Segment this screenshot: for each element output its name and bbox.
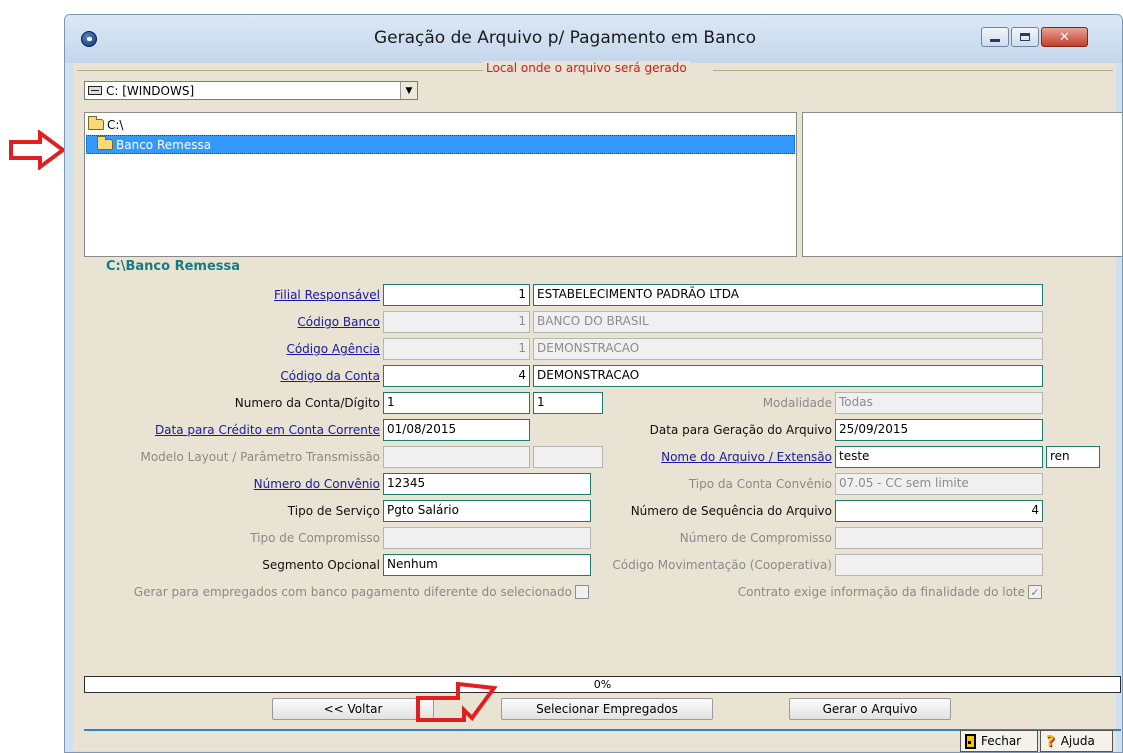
conta-label[interactable]: Código da Conta: [280, 369, 380, 383]
banco-name-field: BANCO DO BRASIL: [533, 311, 1043, 333]
annotation-arrow-left: [9, 130, 66, 170]
chk-contrato-label: Contrato exige informação da finalidade …: [737, 585, 1025, 599]
chk-empregados-checkbox[interactable]: [575, 585, 589, 599]
close-button[interactable]: ✕: [1041, 27, 1088, 47]
tipo-servico-label: Tipo de Serviço: [287, 504, 380, 518]
selecionar-empregados-button[interactable]: Selecionar Empregados: [501, 698, 713, 720]
gerar-arquivo-button[interactable]: Gerar o Arquivo: [789, 698, 951, 720]
num-compromisso-label: Número de Compromisso: [679, 531, 832, 545]
ajuda-label: Ajuda: [1060, 734, 1095, 748]
filial-code-field[interactable]: 1: [383, 284, 530, 306]
dropdown-arrow-icon[interactable]: ▼: [400, 82, 417, 99]
modalidade-field: Todas: [835, 392, 1043, 414]
dir-item-banco-remessa[interactable]: Banco Remessa: [86, 135, 795, 154]
agencia-label[interactable]: Código Agência: [286, 342, 380, 356]
tipo-conta-convenio-label: Tipo da Conta Convênio: [688, 477, 832, 491]
open-folder-icon: [97, 136, 113, 150]
cod-mov-label: Código Movimentação (Cooperativa): [612, 558, 832, 572]
nome-arquivo-field[interactable]: teste: [835, 446, 1043, 468]
tipo-servico-field[interactable]: Pgto Salário: [383, 500, 591, 522]
dir-item-root[interactable]: C:\: [86, 115, 286, 134]
num-sequencia-field[interactable]: 4: [835, 500, 1043, 522]
chk-empregados-label: Gerar para empregados com banco pagament…: [133, 585, 572, 599]
agencia-name-field: DEMONSTRACAO: [533, 338, 1043, 360]
annotation-arrow-bottom: [416, 681, 498, 722]
data-credito-label[interactable]: Data para Crédito em Conta Corrente: [155, 423, 380, 437]
main-window: Geração de Arquivo p/ Pagamento em Banco…: [64, 14, 1123, 753]
payment-form: Filial Responsável 1 ESTABELECIMENTO PAD…: [84, 278, 1113, 683]
help-icon: ?: [1046, 732, 1055, 750]
num-digito-field[interactable]: 1: [533, 392, 603, 414]
chk-contrato-checkbox[interactable]: ✓: [1028, 585, 1042, 599]
voltar-button[interactable]: << Voltar: [272, 698, 434, 720]
drive-icon: [88, 86, 102, 95]
group-divider-left: [77, 70, 487, 71]
window-title: Geração de Arquivo p/ Pagamento em Banco: [373, 28, 757, 48]
drive-value: C: [WINDOWS]: [106, 83, 195, 98]
progress-label: 0%: [593, 678, 612, 691]
drive-select[interactable]: C: [WINDOWS] ▼: [84, 81, 418, 100]
file-list[interactable]: [802, 112, 1122, 257]
agencia-code-field: 1: [383, 338, 530, 360]
data-geracao-label: Data para Geração do Arquivo: [649, 423, 832, 437]
fechar-label: Fechar: [981, 734, 1022, 748]
client-area: Local onde o arquivo será gerado C: [WIN…: [73, 61, 1122, 752]
close-icon: ✕: [1059, 29, 1070, 45]
progress-bar: 0%: [84, 676, 1121, 693]
data-geracao-field[interactable]: 25/09/2015: [835, 419, 1043, 441]
minimize-icon: [990, 38, 1000, 42]
convenio-field[interactable]: 12345: [383, 473, 591, 495]
modalidade-label: Modalidade: [762, 396, 832, 410]
extensao-field[interactable]: ren: [1046, 446, 1100, 468]
open-folder-icon: [88, 116, 104, 130]
group-divider-right: [713, 70, 1113, 71]
num-compromisso-field: [835, 527, 1043, 549]
dir-item-label: C:\: [107, 117, 124, 132]
directory-list[interactable]: C:\ Banco Remessa: [84, 112, 797, 257]
parametro-transmissao-field: [533, 446, 603, 468]
segmento-label: Segmento Opcional: [262, 558, 380, 572]
num-sequencia-label: Número de Sequência do Arquivo: [630, 504, 832, 518]
segmento-field[interactable]: Nenhum: [383, 554, 591, 576]
nome-arquivo-label[interactable]: Nome do Arquivo / Extensão: [661, 450, 832, 464]
current-path: C:\Banco Remessa: [106, 259, 241, 274]
tipo-conta-convenio-field: 07.05 - CC sem limite: [835, 473, 1043, 495]
tipo-compromisso-field: [383, 527, 591, 549]
minimize-button[interactable]: [981, 27, 1009, 47]
filial-label[interactable]: Filial Responsável: [274, 288, 380, 302]
filial-name-field[interactable]: ESTABELECIMENTO PADRÃO LTDA: [533, 284, 1043, 306]
group-label: Local onde o arquivo será gerado: [483, 61, 690, 75]
banco-label[interactable]: Código Banco: [297, 315, 380, 329]
ajuda-button[interactable]: ? Ajuda: [1040, 730, 1113, 752]
conta-code-field[interactable]: 4: [383, 365, 530, 387]
tipo-compromisso-label: Tipo de Compromisso: [250, 531, 380, 545]
dir-item-label: Banco Remessa: [116, 137, 212, 152]
cod-mov-field: [835, 554, 1043, 576]
convenio-label[interactable]: Número do Convênio: [254, 477, 380, 491]
data-credito-field[interactable]: 01/08/2015: [383, 419, 530, 441]
banco-code-field: 1: [383, 311, 530, 333]
maximize-button[interactable]: [1011, 27, 1039, 47]
fechar-button[interactable]: Fechar: [960, 730, 1038, 752]
num-conta-label: Numero da Conta/Dígito: [234, 396, 380, 410]
exit-door-icon: [965, 733, 976, 749]
conta-name-field[interactable]: DEMONSTRACAO: [533, 365, 1043, 387]
location-group: Local onde o arquivo será gerado: [73, 61, 1116, 77]
num-conta-field[interactable]: 1: [383, 392, 530, 414]
modelo-layout-field: [383, 446, 530, 468]
title-bar[interactable]: Geração de Arquivo p/ Pagamento em Banco…: [65, 15, 1122, 63]
checkmark-icon: ✓: [1030, 585, 1040, 599]
modelo-label: Modelo Layout / Parâmetro Transmissão: [140, 450, 380, 464]
maximize-icon: [1020, 33, 1030, 41]
